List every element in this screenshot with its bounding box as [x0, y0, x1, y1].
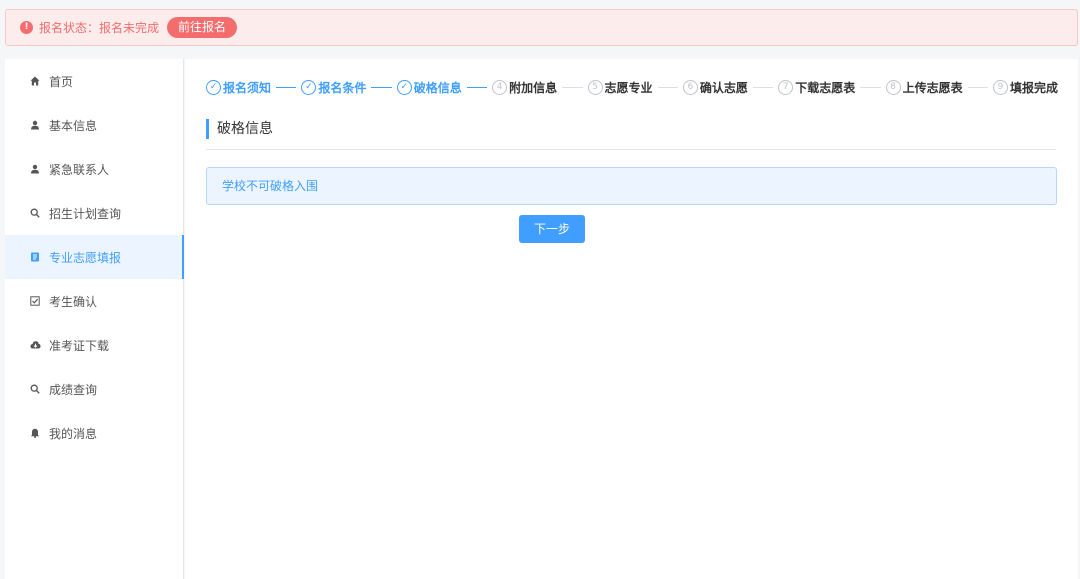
info-message: 学校不可破格入围: [206, 167, 1057, 205]
divider: [206, 149, 1056, 150]
sidebar-item-label: 考生确认: [49, 294, 98, 309]
step-connector: [860, 86, 881, 88]
step-9: 9 填报完成: [993, 79, 1058, 96]
sidebar-item-admission-ticket[interactable]: 准考证下载: [5, 323, 183, 367]
step-connector: [657, 86, 678, 88]
sidebar-item-major-application[interactable]: 专业志愿填报: [5, 235, 184, 279]
user-icon: [29, 120, 41, 130]
step-number: 6: [682, 79, 698, 95]
user-icon: [29, 164, 41, 174]
step-1: ✓ 报名须知: [206, 79, 271, 96]
checkbox-icon: [29, 296, 41, 306]
check-circle-icon: ✓: [396, 79, 412, 95]
step-connector: [752, 86, 774, 88]
step-2: ✓ 报名条件: [301, 79, 366, 96]
step-7: 7 下载志愿表: [778, 79, 855, 96]
exclamation-icon: !: [20, 21, 33, 34]
step-4: 4 附加信息: [492, 79, 557, 96]
search-icon: [29, 384, 41, 394]
sidebar-item-basic-info[interactable]: 基本信息: [5, 103, 183, 147]
step-8: 8 上传志愿表: [885, 79, 963, 96]
document-icon: [29, 252, 41, 262]
step-5: 5 志愿专业: [587, 79, 653, 96]
search-icon: [29, 208, 41, 218]
sidebar-item-label: 准考证下载: [49, 338, 110, 353]
home-icon: [29, 76, 41, 86]
sidebar-item-score-query[interactable]: 成绩查询: [5, 367, 183, 411]
step-label: 上传志愿表: [902, 80, 963, 95]
step-number: 7: [778, 79, 794, 95]
step-number: 8: [885, 79, 901, 95]
sidebar-item-enrollment-plan[interactable]: 招生计划查询: [5, 191, 183, 235]
next-step-button[interactable]: 下一步: [519, 215, 585, 243]
step-connector: [276, 86, 297, 88]
step-connector: [371, 86, 392, 88]
sidebar-item-label: 紧急联系人: [49, 162, 110, 177]
sidebar-item-label: 专业志愿填报: [49, 250, 122, 265]
step-label: 下载志愿表: [795, 80, 856, 95]
step-number: 4: [492, 79, 508, 95]
step-label: 确认志愿: [699, 80, 748, 95]
step-label: 破格信息: [413, 80, 462, 95]
bell-icon: [29, 428, 41, 438]
cloud-download-icon: [29, 340, 41, 350]
sidebar-item-home[interactable]: 首页: [5, 59, 183, 103]
main-panel: ✓ 报名须知 ✓ 报名条件 ✓ 破格信息 4 附加信息 5 志愿专业 6 确认志…: [185, 59, 1078, 579]
step-number: 9: [993, 79, 1008, 95]
step-number: 5: [587, 79, 603, 95]
step-label: 报名须知: [223, 80, 272, 95]
sidebar-item-emergency-contact[interactable]: 紧急联系人: [5, 147, 183, 191]
check-circle-icon: ✓: [206, 79, 221, 95]
step-label: 志愿专业: [604, 80, 653, 95]
sidebar-item-label: 我的消息: [49, 426, 98, 441]
step-connector: [967, 86, 988, 88]
sidebar-item-label: 成绩查询: [49, 382, 98, 397]
sidebar-item-label: 首页: [49, 74, 74, 89]
step-3: ✓ 破格信息: [396, 79, 462, 96]
go-register-button[interactable]: 前往报名: [167, 17, 238, 38]
step-label: 附加信息: [509, 80, 558, 95]
registration-status-text: 报名状态：报名未完成: [39, 21, 160, 35]
step-label: 填报完成: [1010, 80, 1059, 95]
registration-status-alert: ! 报名状态：报名未完成 前往报名: [5, 9, 1078, 46]
progress-steps: ✓ 报名须知 ✓ 报名条件 ✓ 破格信息 4 附加信息 5 志愿专业 6 确认志…: [206, 77, 1058, 97]
sidebar-item-label: 招生计划查询: [49, 206, 122, 221]
step-connector: [562, 86, 583, 88]
section-title: 破格信息: [206, 119, 273, 139]
step-connector: [466, 86, 488, 88]
sidebar-item-candidate-confirm[interactable]: 考生确认: [5, 279, 183, 323]
sidebar-nav: 首页 基本信息 紧急联系人 招生计划查询 专业志愿填报 考生确认 准考证下载 成…: [5, 59, 184, 579]
sidebar-item-label: 基本信息: [49, 118, 98, 133]
step-6: 6 确认志愿: [682, 79, 748, 96]
check-circle-icon: ✓: [301, 79, 317, 95]
step-label: 报名条件: [318, 80, 367, 95]
sidebar-item-my-messages[interactable]: 我的消息: [5, 411, 183, 455]
